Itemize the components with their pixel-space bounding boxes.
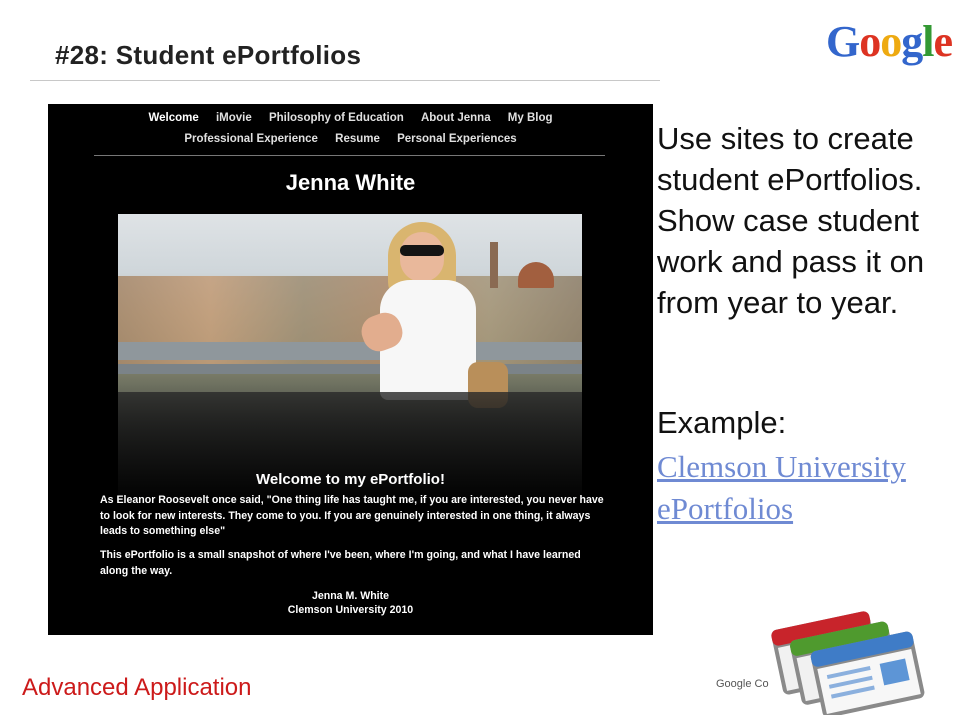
example-label: Example:: [657, 405, 787, 440]
google-sites-icon: [771, 611, 925, 715]
google-logo: Google: [826, 17, 953, 66]
logo-letter: G: [826, 17, 860, 66]
logo-letter: o: [859, 17, 881, 66]
site-nav-about[interactable]: About Jenna: [421, 112, 491, 124]
title-divider: [30, 80, 660, 81]
welcome-heading: Welcome to my ePortfolio!: [256, 471, 445, 488]
welcome-paragraph: As Eleanor Roosevelt once said, "One thi…: [100, 494, 604, 537]
photo-reflection: [118, 392, 582, 506]
site-nav-divider: [94, 155, 605, 156]
signature-school: Clemson University 2010: [287, 604, 414, 616]
photo-railing-lower: [118, 364, 582, 374]
photo-railing: [118, 342, 582, 360]
site-nav-secondary: Professional Experience Resume Personal …: [48, 133, 653, 145]
site-nav-blog[interactable]: My Blog: [508, 112, 553, 124]
signature-name: Jenna M. White: [311, 590, 390, 602]
site-nav-personal[interactable]: Personal Experiences: [397, 133, 517, 145]
example-link[interactable]: Clemson University ePortfolios: [657, 446, 952, 530]
footer-category-label: Advanced Application: [22, 674, 252, 701]
logo-letter: e: [933, 17, 953, 66]
site-nav-imovie[interactable]: iMovie: [216, 112, 252, 124]
footer-confidential-text: Google Co: [716, 678, 769, 690]
slide-body-text: Use sites to create student ePortfolios.…: [657, 121, 925, 320]
site-nav-professional[interactable]: Professional Experience: [184, 133, 318, 145]
photo-tower: [490, 242, 498, 288]
photo-person-sunglasses: [400, 245, 444, 256]
site-nav-philosophy[interactable]: Philosophy of Education: [269, 112, 404, 124]
site-nav-primary: Welcome iMovie Philosophy of Education A…: [48, 112, 653, 124]
eportfolio-screenshot: Welcome iMovie Philosophy of Education A…: [48, 104, 653, 635]
photo-person-face: [400, 232, 444, 282]
logo-letter: l: [922, 17, 934, 66]
site-nav-resume[interactable]: Resume: [335, 133, 380, 145]
logo-letter: o: [880, 17, 902, 66]
photo-dome: [518, 262, 554, 288]
slide-title: #28: Student ePortfolios: [55, 40, 362, 70]
profile-photo: [118, 214, 582, 506]
welcome-paragraph: This ePortfolio is a small snapshot of w…: [100, 549, 581, 577]
logo-letter: g: [901, 17, 923, 66]
site-heading: Jenna White: [285, 170, 416, 195]
site-nav-welcome[interactable]: Welcome: [148, 112, 198, 124]
